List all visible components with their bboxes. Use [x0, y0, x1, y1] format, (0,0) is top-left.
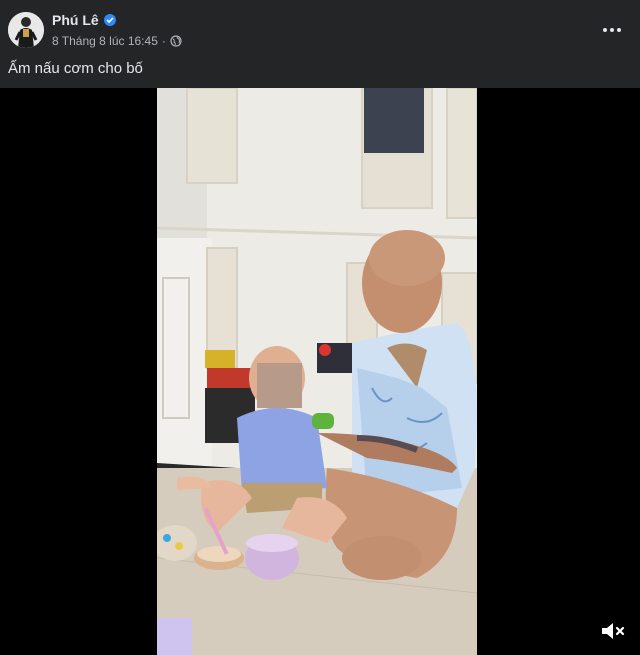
more-options-icon[interactable]	[600, 20, 624, 40]
post-timestamp[interactable]: 8 Tháng 8 lúc 16:45	[52, 34, 158, 48]
meta-separator: ·	[161, 34, 166, 48]
post-caption: Ấm nấu cơm cho bố	[8, 60, 143, 77]
video-player[interactable]	[0, 88, 640, 655]
author-name-row: Phú Lê	[52, 12, 116, 28]
globe-icon	[170, 35, 182, 47]
video-frame[interactable]	[157, 88, 477, 655]
author-name[interactable]: Phú Lê	[52, 12, 99, 28]
verified-badge-icon	[103, 14, 116, 26]
volume-muted-icon[interactable]	[600, 621, 626, 641]
post-meta: 8 Tháng 8 lúc 16:45 ·	[52, 34, 182, 48]
author-avatar[interactable]	[8, 12, 44, 48]
post-header: Phú Lê 8 Tháng 8 lúc 16:45 ·	[0, 0, 640, 58]
